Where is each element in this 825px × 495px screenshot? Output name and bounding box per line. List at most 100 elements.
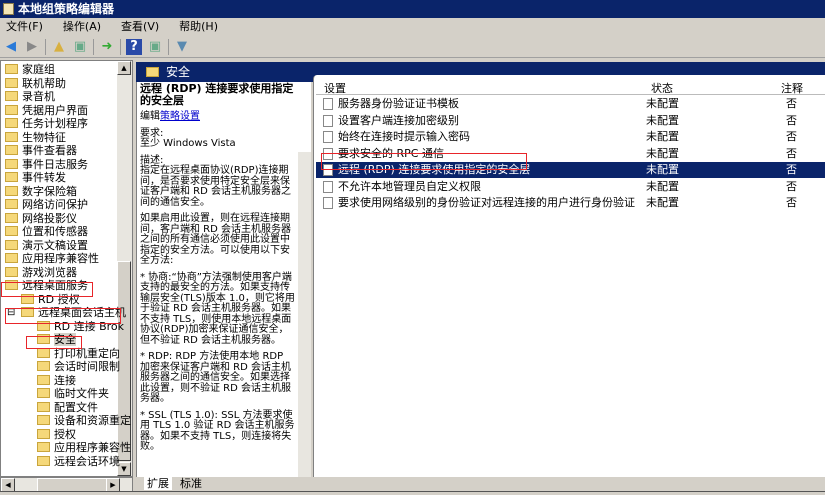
tree-item[interactable]: 应用程序兼容性 [5,252,99,265]
tree-item-label: 应用程序兼容性 [54,441,131,454]
requirements-value: 至少 Windows Vista [140,138,236,149]
description-text: * SSL (TLS 1.0): SSL 方法要求使用 TLS 1.0 验证 R… [140,409,295,452]
tree-item[interactable]: 录音机 [5,90,55,103]
column-comment[interactable]: 注释 [781,82,803,95]
tree-item-label: 网络投影仪 [22,211,77,225]
description-text: * RDP: RDP 方法使用本地 RDP 加密来保证客户端和 RD 会话主机服… [140,351,292,404]
tree-item[interactable]: 网络访问保护 [5,198,88,211]
tree-horizontal-scrollbar[interactable]: ◀ ▶ [0,477,133,492]
list-row[interactable]: 服务器身份验证证书模板 未配置 否 [316,96,825,112]
menu-action[interactable]: 操作(A) [63,20,101,33]
list-row[interactable]: 要求使用网络级别的身份验证对远程连接的用户进行身份验证 未配置 否 [316,195,825,211]
tab-extended[interactable]: 扩展 [144,477,172,490]
tab-standard[interactable]: 标准 [180,477,202,490]
highlight-box [1,282,93,297]
tree-item[interactable]: 配置文件 [37,401,98,414]
filter-icon[interactable]: ▼ [174,39,190,55]
tree-item[interactable]: 家庭组 [5,63,55,76]
menu-file[interactable]: 文件(F) [6,20,43,33]
column-setting[interactable]: 设置 [324,82,346,95]
description-text: 如果启用此设置，则在远程连接期间，客户端和 RD 会话主机服务器之间的所有通信必… [140,213,292,266]
forward-icon[interactable]: ▶ [24,39,40,55]
list-header: 设置 状态 注释 [316,82,825,95]
folder-icon [5,64,18,74]
tree-item[interactable]: 任务计划程序 [5,117,88,130]
help-icon[interactable]: ? [126,38,142,55]
menu-help[interactable]: 帮助(H) [179,20,218,33]
column-state[interactable]: 状态 [651,82,673,95]
view-tabs: 扩展 标准 [136,477,311,491]
tree-item-label: 远程会话环境 [54,454,120,468]
tree-item[interactable]: 联机帮助 [5,77,66,90]
tree-item[interactable]: 授权 [37,428,76,441]
window-title: 本地组策略编辑器 [18,2,115,16]
tree-item-label: 应用程序兼容性 [22,252,99,265]
tree-item-label: 数字保险箱 [22,184,77,198]
tree-item[interactable]: 设备和资源重定向 [37,414,132,427]
tree-item[interactable]: 会话时间限制 [37,360,120,373]
policy-settings-link[interactable]: 策略设置 [160,111,200,122]
menu-view[interactable]: 查看(V) [121,20,159,33]
tree-item-label: 演示文稿设置 [22,238,88,252]
setting-comment: 否 [786,97,797,110]
folder-icon [5,158,18,169]
tree-item[interactable]: 应用程序兼容性 [37,441,131,454]
setting-comment: 否 [786,130,797,143]
folder-icon [5,199,18,209]
setting-state: 未配置 [646,146,679,160]
tree-item[interactable]: 连接 [37,374,76,387]
folder-icon [5,131,18,142]
tree-item-label: 连接 [54,373,76,387]
tree-item[interactable]: 生物特征 [5,131,66,144]
tree-item-label: 网络访问保护 [22,198,88,211]
list-row[interactable]: 不允许本地管理员自定义权限 未配置 否 [316,179,825,195]
tree-item[interactable]: 游戏浏览器 [5,266,77,279]
tree-item-label: 位置和传感器 [22,225,88,238]
tree-item-label: 生物特征 [22,130,66,144]
setting-state: 未配置 [646,163,679,176]
tree-item-label: 凭据用户界面 [22,103,88,117]
tree-item[interactable]: 事件转发 [5,171,66,184]
tree-item-label: 授权 [54,427,76,441]
tree-item[interactable]: 凭据用户界面 [5,104,88,117]
folder-icon [37,401,50,412]
app-icon [3,3,14,15]
policy-setting-icon [323,131,333,143]
folder-icon [37,442,50,452]
tree-item[interactable]: 演示文稿设置 [5,239,88,252]
list-row[interactable]: 始终在连接时提示输入密码 未配置 否 [316,129,825,145]
highlight-box [5,308,121,324]
back-icon[interactable]: ◀ [3,39,19,55]
folder-icon [5,77,18,88]
list-row[interactable]: 设置客户端连接加密级别 未配置 否 [316,113,825,129]
description-scrollbar[interactable] [298,152,311,477]
folder-icon [5,118,18,128]
folder-icon [5,172,18,182]
folder-icon [5,185,18,196]
description-pane: 远程 (RDP) 连接要求使用指定的安全层 编辑策略设置 要求: 至少 Windo… [136,82,311,477]
tree-item[interactable]: 事件查看器 [5,144,77,157]
tree-item-label: 家庭组 [22,63,55,76]
scroll-up-button[interactable]: ▲ [117,61,131,75]
tree-item[interactable]: 网络投影仪 [5,212,77,225]
export-list-icon[interactable]: ➜ [99,39,115,55]
setting-name: 始终在连接时提示输入密码 [338,130,470,143]
highlight-box [321,153,527,170]
setting-comment: 否 [786,113,797,127]
up-folder-icon[interactable]: ▲ [51,39,67,55]
highlight-box [26,336,82,349]
tree-item[interactable]: 事件日志服务 [5,158,88,171]
tree-item[interactable]: 数字保险箱 [5,185,77,198]
scroll-left-button[interactable]: ◀ [1,478,15,492]
scroll-thumb[interactable] [37,478,107,492]
show-action-pane-icon[interactable]: ▣ [147,39,163,55]
folder-icon [5,91,18,101]
tree-item-label: 事件转发 [22,171,66,184]
show-hide-tree-icon[interactable]: ▣ [72,39,88,55]
tree-item[interactable]: 位置和传感器 [5,225,88,238]
setting-state: 未配置 [646,179,679,193]
folder-icon [5,239,18,250]
scroll-right-button[interactable]: ▶ [106,478,120,492]
tree-item[interactable]: 临时文件夹 [37,387,109,400]
tree-item[interactable]: 远程会话环境 [37,455,120,468]
